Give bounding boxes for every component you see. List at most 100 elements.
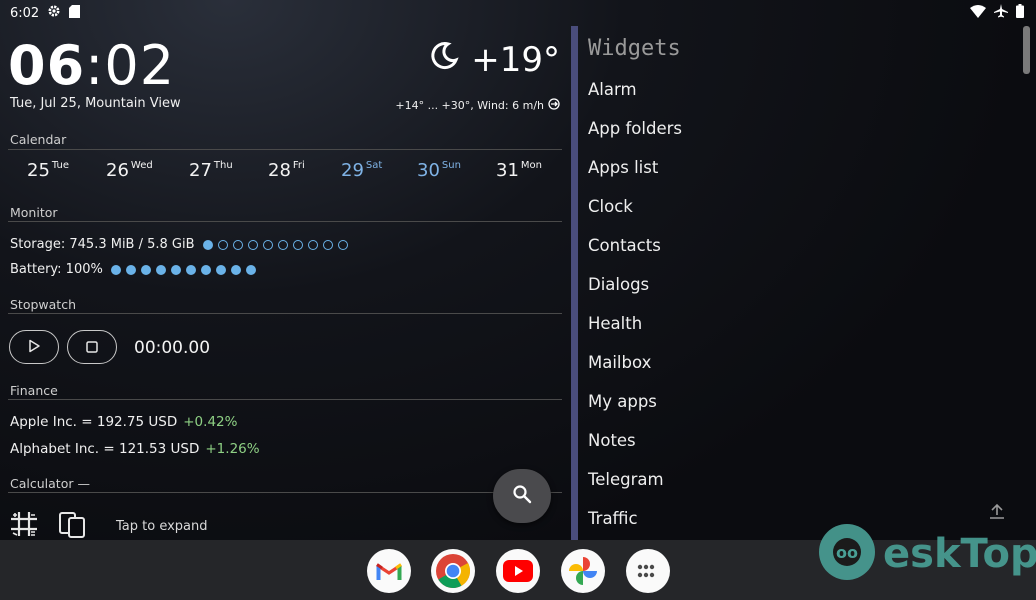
widget-item-dialogs[interactable]: Dialogs [588,275,649,294]
stock-label: Apple Inc. = 192.75 USD [10,414,178,430]
widget-item-health[interactable]: Health [588,314,642,333]
watermark-text: eskTop [883,531,1036,577]
level-dot-empty [337,239,348,250]
storage-row[interactable]: Storage: 745.3 MiB / 5.8 GiB [10,237,348,252]
level-dot-filled [125,264,136,275]
level-dot-empty [292,239,303,250]
level-dot-empty [322,239,333,250]
watermark-logo-icon: oo [815,520,879,588]
widget-item-apps-list[interactable]: Apps list [588,158,658,177]
calendar-day[interactable]: 28 Fri [268,160,305,181]
weather-widget[interactable]: +19° [429,40,560,80]
widget-item-alarm[interactable]: Alarm [588,80,637,99]
level-dot-empty [247,239,258,250]
widgets-list-panel: Widgets Alarm App folders Apps list Cloc… [578,26,1018,540]
wind-direction-icon [548,98,560,113]
level-dot-filled [140,264,151,275]
tap-to-expand[interactable]: Tap to expand [116,519,208,534]
calendar-day-weekend[interactable]: 29 Sat [341,160,382,181]
gmail-icon[interactable] [367,549,411,593]
calculator-row: Tap to expand [10,510,208,542]
crescent-moon-icon [429,40,459,80]
stopwatch-title: Stopwatch [10,297,76,312]
storage-label: Storage: 745.3 MiB / 5.8 GiB [10,237,195,252]
clock-hours: 06 [8,34,86,97]
play-icon [27,338,41,357]
watermark: oo eskTop [815,520,1036,588]
date-location: Tue, Jul 25, Mountain View [10,96,181,111]
weather-details-row: +14° ... +30°, Wind: 6 m/h [395,98,560,113]
sd-card-icon [69,4,81,22]
storage-level-dots [202,239,348,250]
level-dot-filled [230,264,241,275]
widget-item-notes[interactable]: Notes [588,431,636,450]
battery-level-dots [110,264,256,275]
calendar-day[interactable]: 27 Thu [189,160,233,181]
calculator-icon[interactable] [10,511,38,541]
calendar-day[interactable]: 31 Mon [496,160,542,181]
finance-row[interactable]: Apple Inc. = 192.75 USD +0.42% [10,414,237,430]
search-fab[interactable] [493,469,551,523]
level-dot-empty [307,239,318,250]
finance-divider [8,399,562,400]
widget-item-contacts[interactable]: Contacts [588,236,661,255]
stopwatch-time: 00:00.00 [134,338,211,358]
widget-item-traffic[interactable]: Traffic [588,509,638,528]
widget-item-telegram[interactable]: Telegram [588,470,664,489]
weather-details: +14° ... +30°, Wind: 6 m/h [395,99,544,112]
clipboard-copy-icon[interactable] [58,510,88,542]
monitor-title: Monitor [10,205,58,220]
stop-icon [86,338,98,357]
calendar-day[interactable]: 25 Tue [27,160,69,181]
youtube-icon[interactable] [496,549,540,593]
stock-change: +1.26% [205,441,260,457]
stopwatch-divider [8,313,562,314]
finance-title: Finance [10,383,58,398]
level-dot-empty [217,239,228,250]
calculator-title: Calculator — [10,476,90,491]
calendar-week: 25 Tue 26 Wed 27 Thu 28 Fri 29 Sat 30 Sun 31 Mo… [0,160,562,190]
monitor-divider [8,221,562,222]
calendar-divider [8,149,562,150]
clock-minutes: 02 [104,34,176,97]
stopwatch-play-button[interactable] [9,330,59,364]
stock-label: Alphabet Inc. = 121.53 USD [10,441,200,457]
status-bar: 6:02 [0,0,1036,26]
calendar-title: Calendar [10,132,67,147]
photos-icon[interactable] [561,549,605,593]
calendar-day[interactable]: 26 Wed [106,160,153,181]
level-dot-filled [185,264,196,275]
battery-row[interactable]: Battery: 100% [10,262,256,277]
settings-gear-icon [47,4,61,22]
widget-item-my-apps[interactable]: My apps [588,392,657,411]
stopwatch-stop-button[interactable] [67,330,117,364]
level-dot-filled [215,264,226,275]
search-icon [512,484,532,508]
level-dot-empty [232,239,243,250]
wifi-icon [970,4,986,22]
airplane-mode-icon [994,4,1008,22]
app-drawer-icon[interactable] [626,549,670,593]
stock-change: +0.42% [183,414,238,430]
level-dot-empty [262,239,273,250]
battery-label: Battery: 100% [10,262,103,277]
widgets-title: Widgets [588,36,681,61]
svg-text:oo: oo [836,543,858,562]
level-dot-filled [202,239,213,250]
clock-widget[interactable]: 06:02 [8,34,175,97]
widget-item-clock[interactable]: Clock [588,197,633,216]
widget-item-app-folders[interactable]: App folders [588,119,682,138]
calculator-divider [8,492,562,493]
panel-divider [571,26,578,540]
finance-row[interactable]: Alphabet Inc. = 121.53 USD +1.26% [10,441,260,457]
status-time: 6:02 [10,5,40,21]
battery-icon [1016,4,1024,22]
level-dot-filled [155,264,166,275]
chrome-icon[interactable] [431,549,475,593]
weather-temperature: +19° [471,40,560,80]
widget-panel: 06:02 Tue, Jul 25, Mountain View +19° +1… [0,26,570,540]
scrollbar-thumb[interactable] [1023,26,1030,74]
level-dot-filled [170,264,181,275]
widget-item-mailbox[interactable]: Mailbox [588,353,651,372]
calendar-day-weekend[interactable]: 30 Sun [417,160,461,181]
